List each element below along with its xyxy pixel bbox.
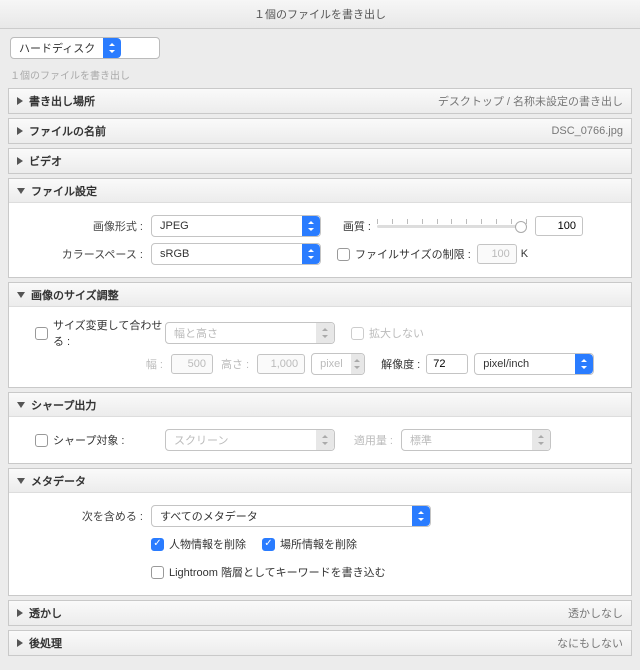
panel-title: 書き出し場所 <box>29 93 438 109</box>
sharpen-target-value: スクリーン <box>174 432 308 448</box>
filesize-limit-label: ファイルサイズの制限 : <box>355 246 471 262</box>
disclosure-down-icon <box>17 478 25 484</box>
panel-header-video[interactable]: ビデオ <box>9 149 631 173</box>
remove-location-checkbox[interactable] <box>262 538 275 551</box>
format-label: 画像形式 : <box>21 218 151 234</box>
remove-person-label: 人物情報を削除 <box>169 536 246 552</box>
include-select[interactable]: すべてのメタデータ <box>151 505 431 527</box>
panel-header-location[interactable]: 書き出し場所 デスクトップ / 名称未設定の書き出し <box>9 89 631 113</box>
panel-title: ファイル設定 <box>31 183 623 199</box>
chevron-updown-icon <box>302 216 320 236</box>
quality-slider[interactable] <box>377 218 527 234</box>
panel-header-filename[interactable]: ファイルの名前 DSC_0766.jpg <box>9 119 631 143</box>
resize-mode-select: 幅と高さ <box>165 322 335 344</box>
colorspace-label: カラースペース : <box>21 246 151 262</box>
colorspace-value: sRGB <box>160 248 294 260</box>
panel-header-file-settings[interactable]: ファイル設定 <box>9 179 631 203</box>
disclosure-right-icon <box>17 639 23 647</box>
sharpen-target-select: スクリーン <box>165 429 335 451</box>
panel-header-sharpen[interactable]: シャープ出力 <box>9 393 631 417</box>
colorspace-select[interactable]: sRGB <box>151 243 321 265</box>
width-input <box>171 354 213 374</box>
sharpen-target-label: シャープ対象 : <box>53 432 165 448</box>
format-select[interactable]: JPEG <box>151 215 321 237</box>
panel-title: 後処理 <box>29 635 557 651</box>
disclosure-right-icon <box>17 157 23 165</box>
resolution-unit-select[interactable]: pixel/inch <box>474 353 594 375</box>
panel-title: メタデータ <box>31 473 623 489</box>
filesize-limit-checkbox[interactable] <box>337 248 350 261</box>
height-label: 高さ : <box>221 356 257 372</box>
panel-title: ビデオ <box>29 153 623 169</box>
panel-summary: DSC_0766.jpg <box>551 125 623 137</box>
resolution-unit-value: pixel/inch <box>483 358 567 370</box>
resize-label: サイズ変更して合わせる : <box>53 317 165 349</box>
chevron-updown-icon <box>575 354 593 374</box>
disclosure-right-icon <box>17 609 23 617</box>
subcaption: １個のファイルを書き出し <box>0 67 640 88</box>
chevron-updown-icon <box>302 244 320 264</box>
quality-input[interactable] <box>535 216 583 236</box>
resize-mode-value: 幅と高さ <box>174 325 308 341</box>
quality-label: 画質 : <box>337 218 377 234</box>
dim-unit-select: pixel <box>311 353 365 375</box>
no-enlarge-label: 拡大しない <box>369 325 424 341</box>
sharpen-amount-label: 適用量 : <box>351 432 401 448</box>
panel-header-post[interactable]: 後処理 なにもしない <box>9 631 631 655</box>
chevron-updown-icon <box>351 354 364 374</box>
no-enlarge-checkbox <box>351 327 364 340</box>
sharpen-checkbox[interactable] <box>35 434 48 447</box>
destination-select[interactable]: ハードディスク <box>10 37 160 59</box>
panel-title: 透かし <box>29 605 568 621</box>
sharpen-amount-value: 標準 <box>410 432 524 448</box>
resize-checkbox[interactable] <box>35 327 48 340</box>
panel-header-metadata[interactable]: メタデータ <box>9 469 631 493</box>
panel-header-image-size[interactable]: 画像のサイズ調整 <box>9 283 631 307</box>
window-title: １個のファイルを書き出し <box>0 0 640 29</box>
height-input <box>257 354 305 374</box>
write-keywords-checkbox[interactable] <box>151 566 164 579</box>
filesize-limit-input <box>477 244 517 264</box>
include-value: すべてのメタデータ <box>160 508 404 524</box>
chevron-updown-icon <box>412 506 430 526</box>
panel-title: シャープ出力 <box>31 397 623 413</box>
width-label: 幅 : <box>21 356 171 372</box>
panel-title: 画像のサイズ調整 <box>31 287 623 303</box>
destination-value: ハードディスク <box>19 40 95 56</box>
disclosure-down-icon <box>17 188 25 194</box>
include-label: 次を含める : <box>21 508 151 524</box>
panel-title: ファイルの名前 <box>29 123 551 139</box>
chevron-updown-icon <box>103 38 121 58</box>
resolution-label: 解像度 : <box>381 356 420 372</box>
dim-unit-value: pixel <box>320 358 343 370</box>
resolution-input[interactable] <box>426 354 468 374</box>
filesize-limit-unit: K <box>521 248 528 260</box>
remove-person-checkbox[interactable] <box>151 538 164 551</box>
toolbar: ハードディスク <box>0 29 640 67</box>
disclosure-right-icon <box>17 127 23 135</box>
write-keywords-label: Lightroom 階層としてキーワードを書き込む <box>169 564 386 580</box>
chevron-updown-icon <box>316 323 334 343</box>
panel-summary: 透かしなし <box>568 605 623 621</box>
panel-summary: デスクトップ / 名称未設定の書き出し <box>438 93 623 109</box>
disclosure-down-icon <box>17 292 25 298</box>
panel-header-watermark[interactable]: 透かし 透かしなし <box>9 601 631 625</box>
chevron-updown-icon <box>316 430 334 450</box>
chevron-updown-icon <box>532 430 550 450</box>
disclosure-down-icon <box>17 402 25 408</box>
panel-summary: なにもしない <box>557 635 623 651</box>
disclosure-right-icon <box>17 97 23 105</box>
sharpen-amount-select: 標準 <box>401 429 551 451</box>
format-value: JPEG <box>160 220 294 232</box>
remove-location-label: 場所情報を削除 <box>280 536 357 552</box>
